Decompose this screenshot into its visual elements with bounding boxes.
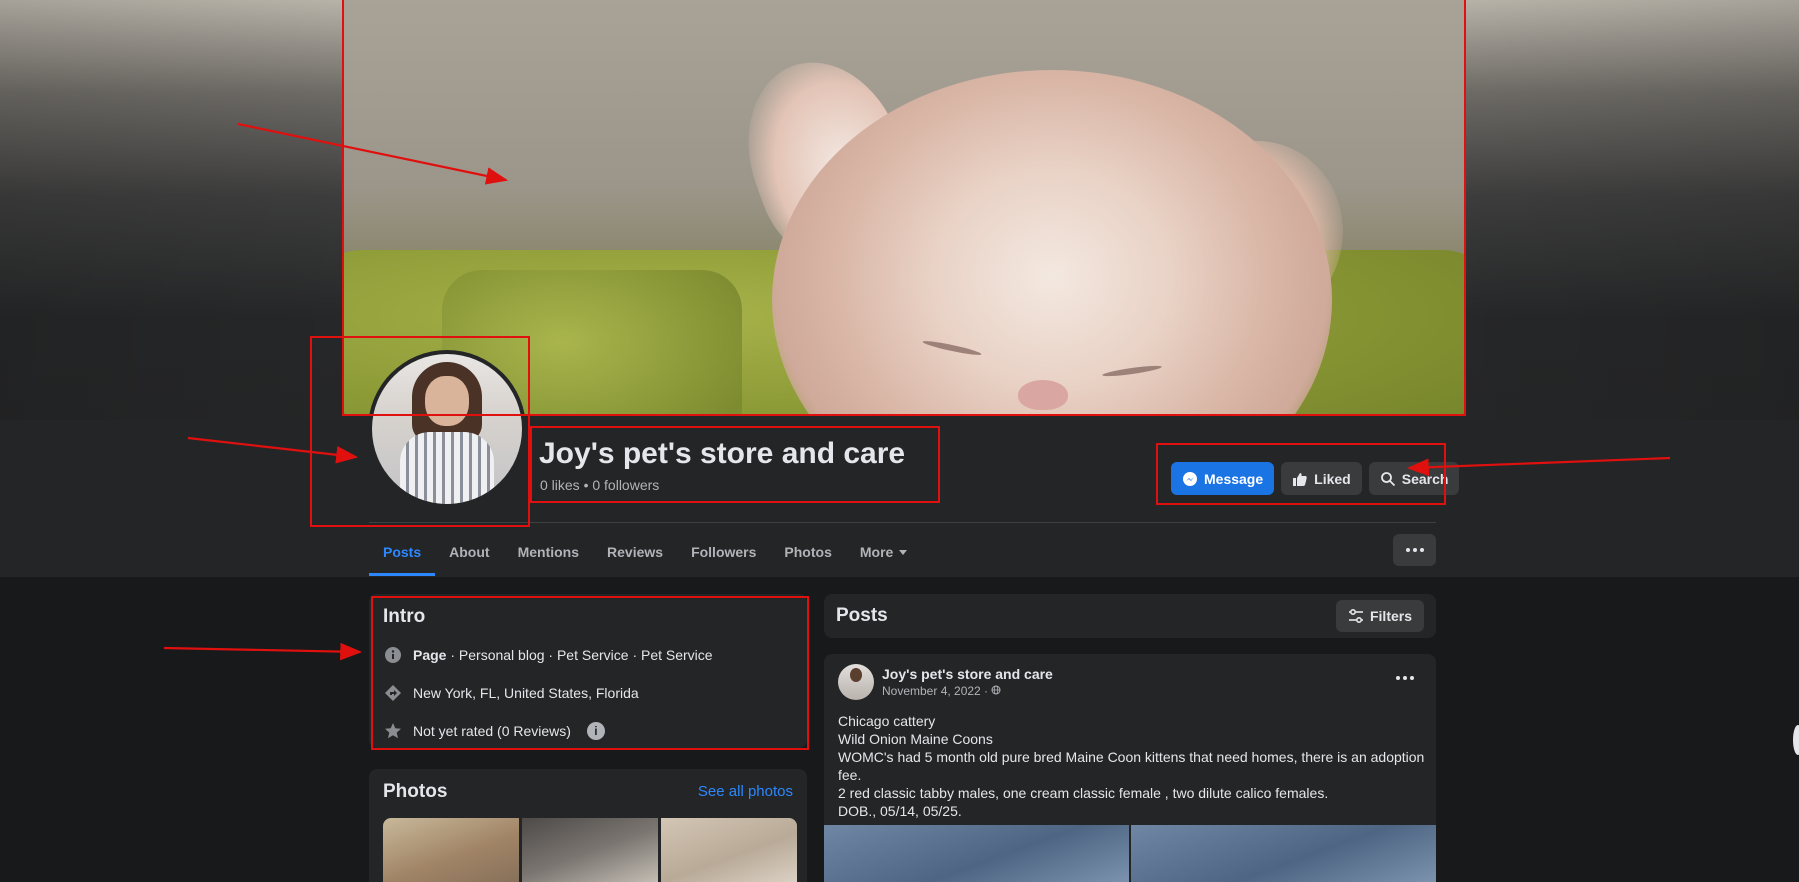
avatar	[372, 354, 522, 504]
profile-picture[interactable]	[368, 350, 526, 508]
post-line: Wild Onion Maine Coons	[838, 731, 993, 747]
ellipsis-icon	[1405, 548, 1424, 552]
messenger-icon	[1183, 471, 1197, 486]
post-text: Chicago cattery Wild Onion Maine Coons W…	[838, 712, 1425, 820]
intro-category-row: Page · Personal blog · Pet Service · Pet…	[383, 643, 793, 666]
post-date-row: November 4, 2022 ·	[882, 684, 1053, 698]
post-line: WOMC's had 5 month old pure bred Maine C…	[838, 749, 1425, 765]
thumbs-up-icon	[1293, 472, 1307, 486]
post-image[interactable]	[824, 825, 1129, 882]
post-card: Joy's pet's store and care November 4, 2…	[824, 654, 1436, 882]
post-line: Chicago cattery	[838, 713, 936, 729]
intro-rating: Not yet rated (0 Reviews)	[413, 722, 571, 739]
kitten-nose	[1018, 380, 1068, 410]
posts-title: Posts	[836, 605, 888, 626]
post-image[interactable]	[1131, 825, 1436, 882]
post-line: DOB., 05/14, 05/25.	[838, 803, 962, 819]
tab-reviews[interactable]: Reviews	[593, 528, 677, 576]
post-date[interactable]: November 4, 2022 ·	[882, 684, 991, 698]
location-icon	[383, 683, 403, 703]
tab-posts[interactable]: Posts	[369, 528, 436, 576]
page-tabs: Posts About Mentions Reviews Followers P…	[369, 528, 921, 576]
liked-button-label: Liked	[1314, 470, 1351, 487]
more-options-button[interactable]	[1393, 534, 1436, 566]
intro-title: Intro	[383, 606, 426, 627]
intro-category-type: Page	[413, 646, 447, 663]
post-header: Joy's pet's store and care November 4, 2…	[838, 664, 1422, 700]
search-icon	[1380, 471, 1395, 486]
photo-thumbnail[interactable]	[522, 818, 658, 882]
post-line: fee.	[838, 767, 862, 783]
post-meta: Joy's pet's store and care November 4, 2…	[882, 666, 1053, 698]
tab-followers[interactable]: Followers	[677, 528, 770, 576]
search-button-label: Search	[1401, 470, 1449, 487]
search-button[interactable]: Search	[1368, 462, 1460, 495]
post-line: 2 red classic tabby males, one cream cla…	[838, 785, 1329, 801]
intro-category-list: · Personal blog · Pet Service · Pet Serv…	[446, 646, 713, 663]
rating-info-icon[interactable]: i	[586, 721, 605, 740]
tab-about[interactable]: About	[435, 528, 503, 576]
star-icon	[383, 721, 403, 741]
tab-more-label: More	[859, 544, 894, 560]
globe-icon	[991, 685, 1001, 695]
liked-button[interactable]: Liked	[1281, 462, 1362, 495]
photo-grid	[383, 818, 797, 882]
header-divider	[369, 522, 1436, 523]
avatar-shirt	[400, 432, 494, 504]
page-actions: Message Liked Search	[1171, 462, 1460, 495]
intro-card: Intro Page · Personal blog · Pet Service…	[369, 594, 807, 748]
cover-photo[interactable]	[342, 0, 1466, 416]
photo-thumbnail[interactable]	[661, 818, 797, 882]
posts-header-card: Posts Filters	[824, 594, 1436, 638]
post-author-avatar[interactable]	[838, 664, 874, 700]
info-icon	[383, 645, 403, 665]
filter-sliders-icon	[1348, 608, 1363, 624]
tab-photos[interactable]: Photos	[770, 528, 845, 576]
post-images	[824, 825, 1436, 882]
intro-location: New York, FL, United States, Florida	[413, 684, 639, 701]
tab-mentions[interactable]: Mentions	[504, 528, 593, 576]
post-author[interactable]: Joy's pet's store and care	[882, 666, 1053, 682]
photo-thumbnail[interactable]	[383, 818, 519, 882]
ellipsis-icon	[1396, 676, 1414, 680]
see-all-photos-link[interactable]: See all photos	[698, 783, 793, 800]
intro-category: Page · Personal blog · Pet Service · Pet…	[413, 647, 713, 663]
filters-button-label: Filters	[1369, 608, 1412, 624]
filters-button[interactable]: Filters	[1335, 600, 1424, 632]
intro-rating-row: Not yet rated (0 Reviews) i	[383, 719, 793, 742]
page-title: Joy's pet's store and care	[539, 437, 906, 470]
message-button[interactable]: Message	[1171, 462, 1275, 495]
page-stats[interactable]: 0 likes • 0 followers	[540, 477, 659, 493]
message-button-label: Message	[1204, 470, 1264, 487]
scroll-button-edge[interactable]	[1793, 725, 1799, 755]
photos-card: Photos See all photos	[369, 769, 807, 882]
intro-location-row: New York, FL, United States, Florida	[383, 681, 793, 704]
caret-down-icon	[899, 549, 908, 555]
post-options-button[interactable]	[1396, 676, 1414, 680]
avatar-face	[425, 376, 469, 426]
tab-more[interactable]: More	[846, 528, 921, 576]
